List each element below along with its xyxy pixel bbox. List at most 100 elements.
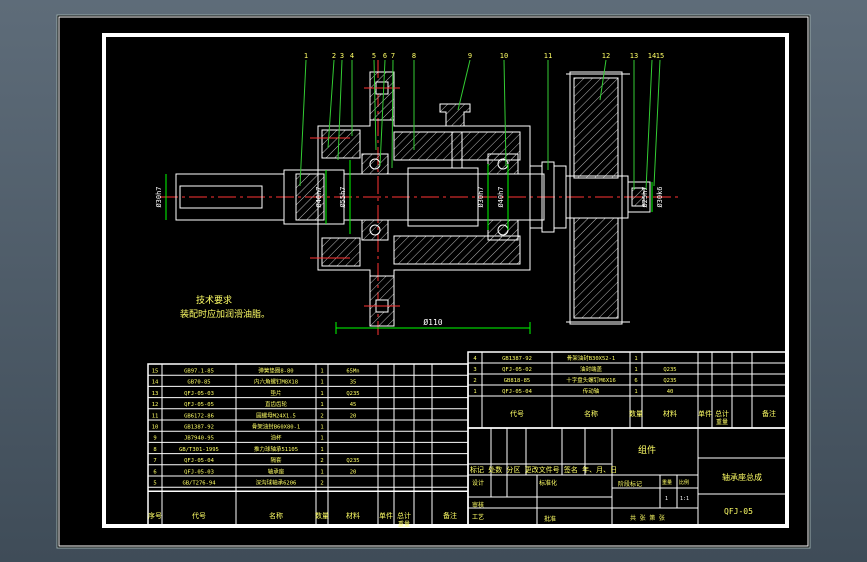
right-bom-cell-mat: Q235	[663, 367, 676, 373]
right-bom-cell-qty: 1	[634, 356, 637, 362]
label-scale: 比例	[679, 479, 689, 486]
drawing-sheet	[56, 14, 811, 549]
left-bom-cell-qty: 1	[320, 391, 323, 397]
right-bom-header-name: 名称	[584, 409, 598, 418]
left-bom-cell-mat: Q235	[346, 391, 359, 397]
left-bom-cell-qty: 2	[320, 481, 323, 487]
left-bom-cell-code: QFJ-05-03	[184, 391, 214, 397]
left-bom-cell-code: GB6172-86	[184, 413, 214, 419]
sheet-count: 共 张 第 张	[630, 514, 665, 522]
left-bom-cell-code: QFJ-05-04	[184, 458, 214, 464]
left-bom-header-w1: 单件	[379, 511, 393, 520]
right-bom-header-weight: 重量	[716, 418, 728, 426]
dim-d5: Ø30h7	[477, 186, 485, 207]
right-bom-cell-code: GB1387-92	[502, 356, 532, 362]
left-bom-cell-code: QFJ-05-03	[184, 469, 214, 475]
label-standard: 标准化	[539, 479, 557, 487]
left-bom-cell-no: 12	[152, 402, 159, 408]
left-bom-cell-qty: 1	[320, 447, 323, 453]
left-bom-cell-qty: 1	[320, 469, 323, 475]
left-bom-header-w2: 总计	[397, 511, 411, 520]
label-weight: 重量	[662, 479, 672, 486]
tech-requirements-line1: 装配时应加润滑油脂。	[180, 308, 270, 320]
drawing-number: QFJ-05	[724, 507, 753, 516]
left-bom-cell-qty: 2	[320, 458, 323, 464]
left-bom-header-weight: 重量	[398, 520, 410, 528]
left-bom-cell-code: GB/T276-94	[182, 481, 216, 487]
right-bom-header-w2: 总计	[715, 409, 729, 418]
balloon-number-4: 4	[350, 52, 354, 60]
left-bom-cell-name: 推力球轴承51105	[254, 445, 298, 453]
left-bom-cell-name: 垫片	[270, 389, 281, 397]
dim-d7: Ø25h7	[641, 186, 649, 207]
end-cover-top	[321, 129, 361, 159]
balloon-number-12: 12	[602, 52, 610, 60]
left-bom-header-mat: 材料	[346, 511, 360, 520]
left-bom-cell-no: 13	[152, 391, 159, 397]
left-bom-cell-no: 14	[152, 380, 159, 386]
label-process: 工艺	[472, 513, 484, 521]
balloon-number-8: 8	[412, 52, 416, 60]
right-bom-cell-name: 油封端盖	[580, 365, 603, 373]
left-bom-cell-mat: 20	[350, 413, 357, 419]
left-bom-cell-name: 内六角螺钉M8X18	[254, 378, 298, 386]
right-bom-cell-qty: 1	[634, 367, 637, 373]
left-bom-header-code: 代号	[192, 511, 206, 520]
left-bom-cell-name: 深沟球轴承6206	[256, 479, 297, 487]
left-bom-cell-name: 隔套	[270, 456, 282, 464]
right-bom-cell-qty: 1	[634, 389, 637, 395]
right-bom-cell-no: 1	[473, 389, 476, 395]
left-bom-cell-mat: 20	[350, 469, 357, 475]
balloon-number-1: 1	[304, 52, 308, 60]
right-bom-cell-name: 传动轴	[583, 387, 600, 395]
balloon-number-2: 2	[332, 52, 336, 60]
right-bom-cell-mat: 40	[667, 389, 674, 395]
end-cover-bottom	[321, 237, 361, 267]
left-bom-header-name: 名称	[269, 511, 283, 520]
left-bom-cell-code: JB7940-95	[184, 436, 214, 442]
balloon-number-5: 5	[372, 52, 376, 60]
label-review: 审核	[472, 501, 484, 509]
left-bom-cell-no: 11	[152, 413, 159, 419]
right-bom-cell-name: 骨架油封B30X52-1	[567, 354, 616, 362]
left-bom-cell-no: 8	[153, 447, 156, 453]
right-bom-cell-no: 3	[473, 367, 476, 373]
balloon-number-13: 13	[630, 52, 638, 60]
left-bom-header-qty: 数量	[315, 511, 329, 520]
left-bom-cell-code: QFJ-05-05	[184, 402, 214, 408]
right-bom-header-note: 备注	[762, 409, 776, 418]
left-bom-cell-no: 10	[152, 425, 159, 431]
left-bom-cell-name: 直齿齿轮	[265, 400, 288, 408]
balloon-number-11: 11	[544, 52, 552, 60]
revision-row: 标记 处数 分区 更改文件号 签名 年、月、日	[470, 465, 617, 474]
dim-d1: Ø30h7	[155, 186, 163, 207]
left-bom-header-no: 序号	[148, 511, 162, 520]
scale-value: 1:1	[680, 496, 689, 502]
title-group: 组件	[638, 444, 656, 456]
right-bom-cell-mat: Q235	[663, 378, 676, 384]
left-bom-cell-mat: 35	[350, 380, 357, 386]
left-bom-cell-code: GB97.1-85	[184, 369, 214, 375]
left-bom-cell-no: 5	[153, 481, 156, 487]
left-bom-cell-mat: Q235	[346, 458, 359, 464]
balloon-number-7: 7	[391, 52, 395, 60]
dim-d4: Ø110	[423, 317, 442, 327]
quantity-value: 1	[665, 496, 668, 502]
right-bom-header-qty: 数量	[629, 409, 643, 418]
right-bom-cell-no: 2	[473, 378, 476, 384]
left-bom-cell-qty: 1	[320, 402, 323, 408]
right-bom-header-mat: 材料	[663, 409, 677, 418]
dim-d3: Ø55h7	[339, 186, 347, 207]
right-bom-cell-name: 十字盘头螺钉M6X16	[566, 376, 616, 384]
left-bom-cell-mat: 45	[350, 402, 357, 408]
left-bom-cell-qty: 1	[320, 380, 323, 386]
right-bom-cell-code: QFJ-05-04	[502, 389, 532, 395]
tech-requirements-title: 技术要求	[196, 294, 232, 306]
left-bom-cell-name: 骨架油封B60X80-1	[252, 423, 301, 431]
balloon-number-6: 6	[383, 52, 387, 60]
dim-d6: Ø40h7	[497, 186, 505, 207]
label-design: 设计	[472, 479, 484, 487]
drawing-name: 轴承座总成	[722, 472, 762, 482]
right-bom-cell-qty: 6	[634, 378, 637, 384]
left-bom-cell-no: 6	[153, 469, 156, 475]
